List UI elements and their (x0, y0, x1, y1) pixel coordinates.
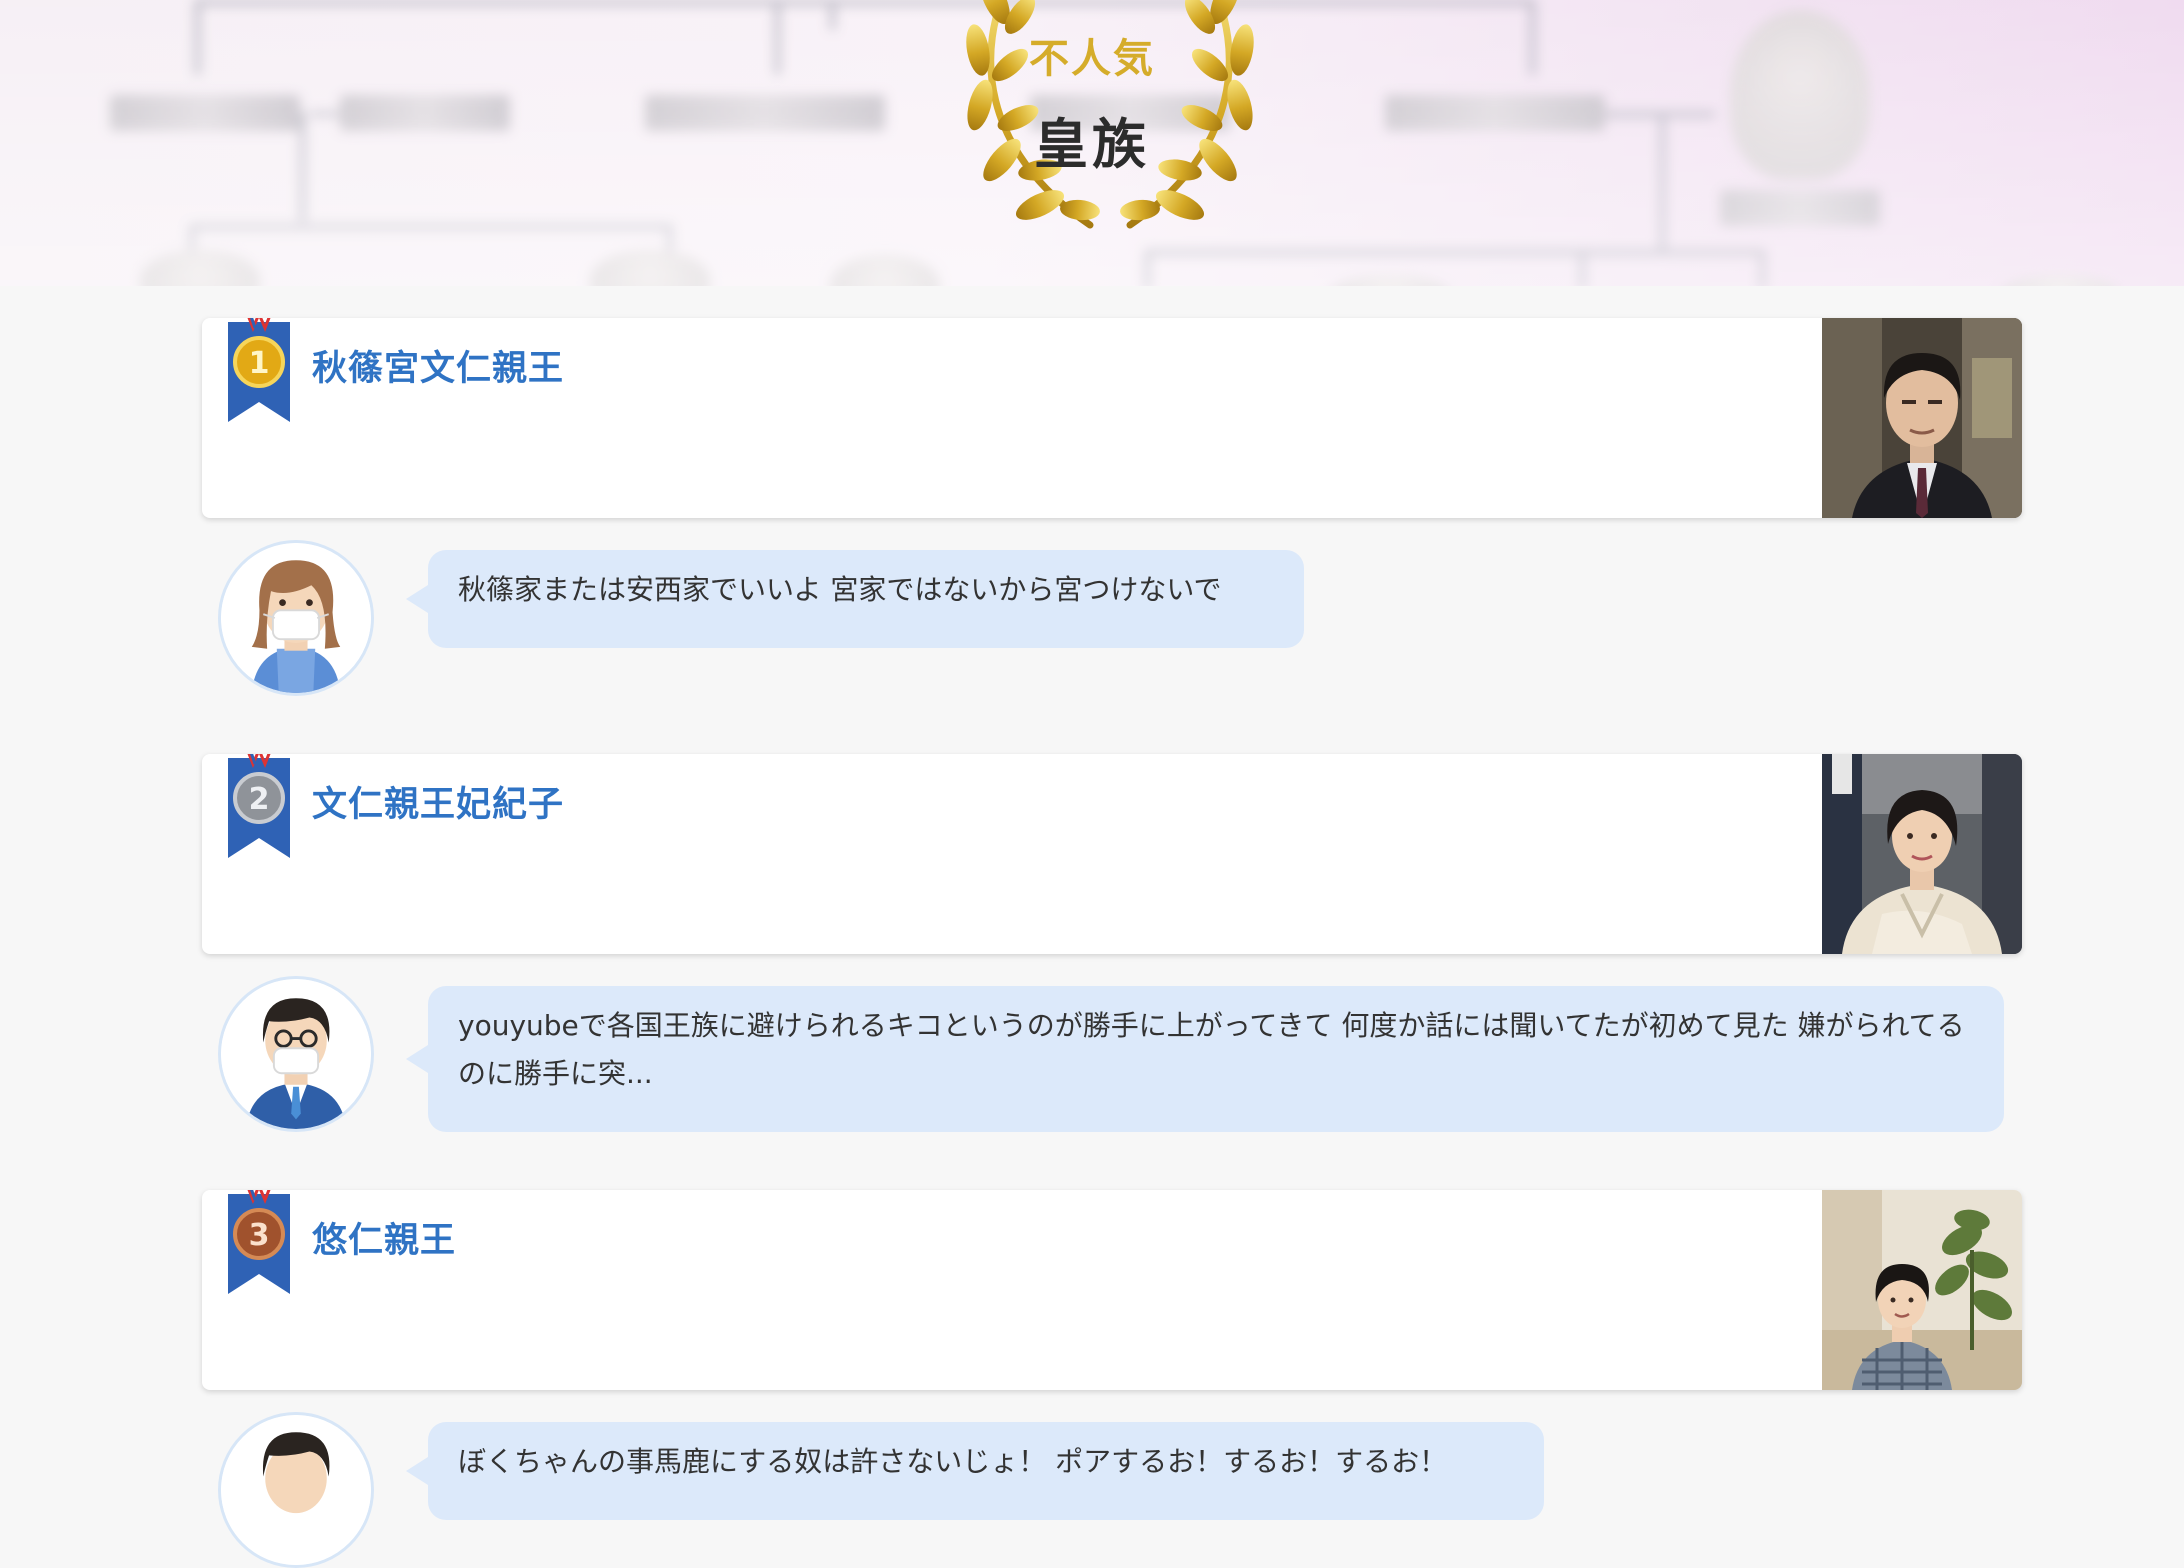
ranking-name-3[interactable]: 悠仁親王 (312, 1212, 456, 1263)
bronze-medal-icon: 3 (228, 1190, 290, 1294)
man-glasses-mask-avatar (218, 976, 374, 1132)
ranking-card-1[interactable]: 1 秋篠宮文仁親王 (202, 318, 2022, 518)
page-title: 皇族 (1034, 113, 1150, 176)
gold-medal-icon: 1 (228, 318, 290, 422)
ranking-photo-3[interactable] (1822, 1190, 2022, 1390)
ranking-photo-1[interactable] (1822, 318, 2022, 518)
comment-bubble-3[interactable]: ぼくちゃんの事馬鹿にする奴は許さないじょ！ ポアするお！するお！するお！ (406, 1422, 1544, 1520)
ranking-photo-2[interactable] (1822, 754, 2022, 954)
banner-subtitle: 不人気 (1029, 36, 1155, 82)
header-banner: 不人気 皇族 (0, 0, 2184, 286)
silver-medal-icon: 2 (228, 754, 290, 858)
svg-text:1: 1 (249, 346, 270, 381)
comment-bubble-1[interactable]: 秋篠家または安西家でいいよ 宮家ではないから宮つけないで (406, 550, 1304, 648)
woman-mask-avatar (218, 540, 374, 696)
ranking-name-1[interactable]: 秋篠宮文仁親王 (312, 340, 564, 391)
comment-bubble-2[interactable]: youyubeで各国王族に避けられるキコというのが勝手に上がってきて 何度か話に… (406, 986, 2004, 1132)
ranking-name-2[interactable]: 文仁親王妃紀子 (312, 776, 564, 827)
svg-text:3: 3 (249, 1218, 270, 1253)
man-avatar (218, 1412, 374, 1568)
svg-text:2: 2 (249, 782, 270, 817)
ranking-card-2[interactable]: 2 文仁親王妃紀子 (202, 754, 2022, 954)
ranking-card-3[interactable]: 3 悠仁親王 (202, 1190, 2022, 1390)
